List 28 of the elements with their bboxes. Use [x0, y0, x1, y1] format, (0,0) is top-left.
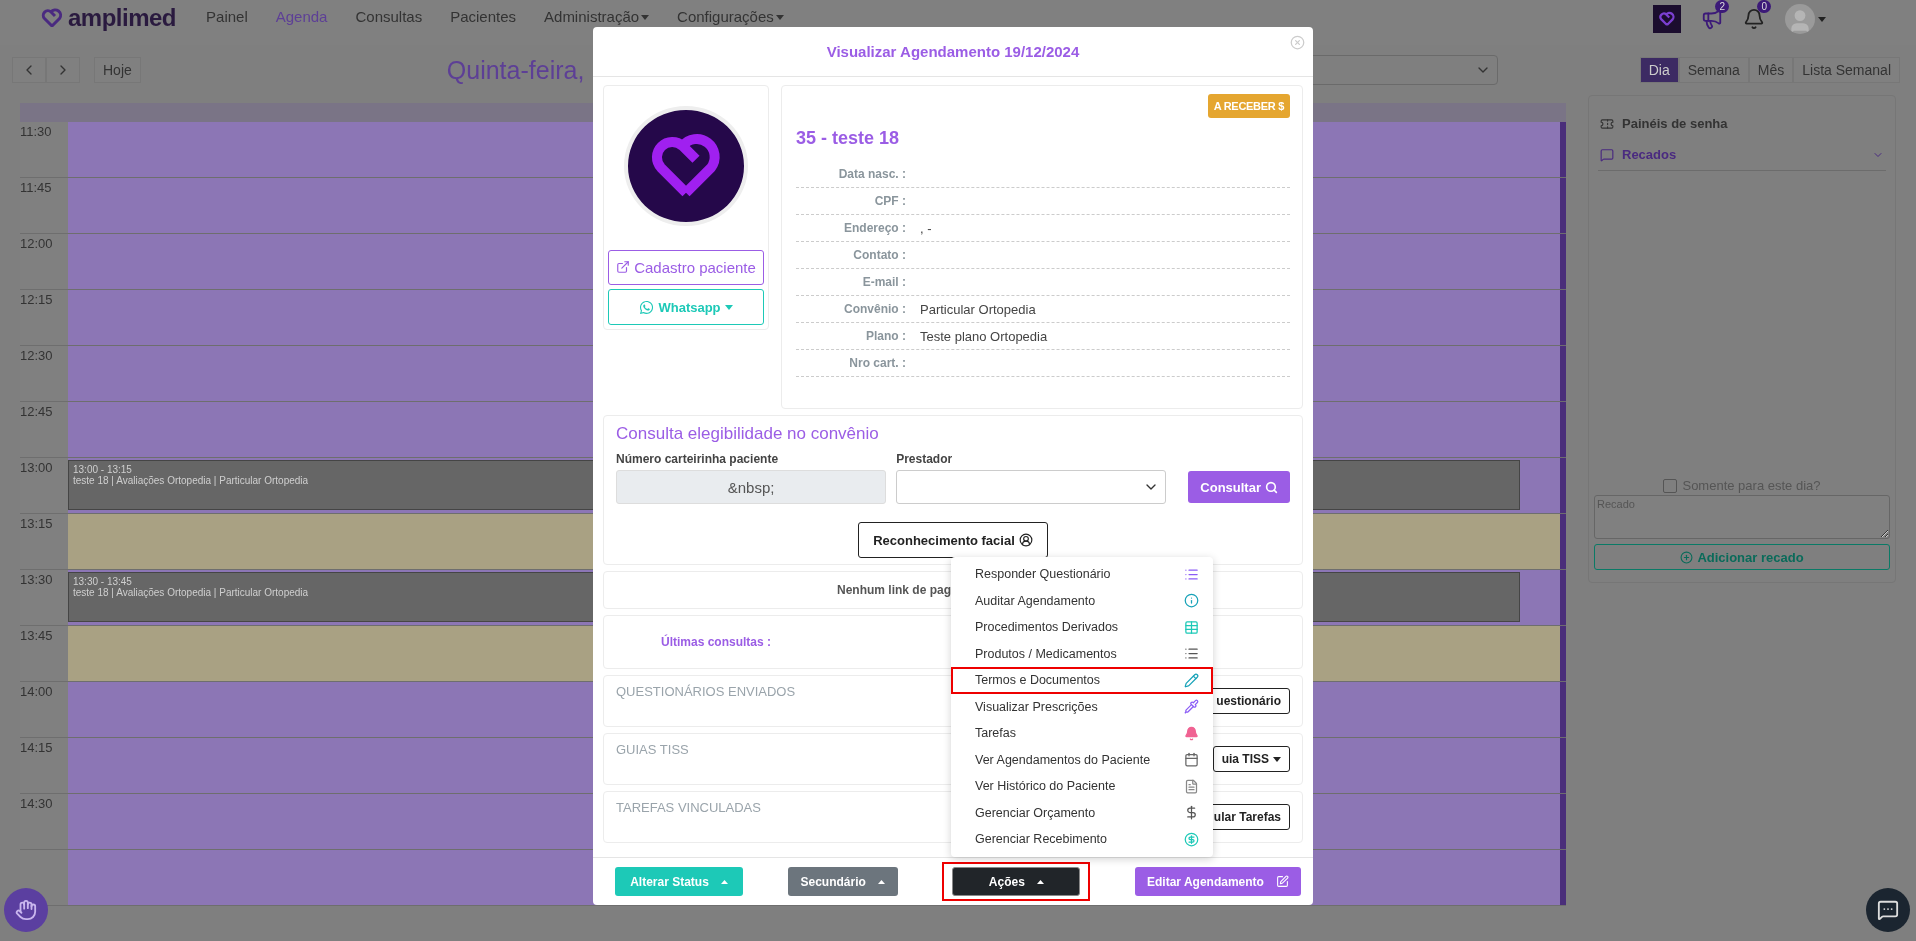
last-visits-label: Últimas consultas :: [661, 635, 772, 649]
field-label: E-mail :: [861, 275, 907, 289]
appointment-time: 13:00 - 13:15: [73, 464, 132, 475]
appointment-text: teste 18 | Avaliações Ortopedia | Particular Ortopedia: [73, 475, 309, 486]
section-title: QUESTIONÁRIOS ENVIADOS: [616, 684, 796, 701]
field-label: Convênio :: [843, 302, 907, 316]
field-label: Nro cart. :: [848, 356, 907, 370]
patient-name: 35 - teste 18: [796, 128, 901, 149]
section-title: TAREFAS VINCULADAS: [616, 800, 761, 817]
field-label: Contato :: [852, 248, 907, 262]
payment-status-badge: A RECEBER $: [1207, 94, 1290, 118]
date-title: Quinta-feira,: [446, 55, 585, 85]
field-value: , -: [920, 220, 932, 236]
payment-link-text: Nenhum link de pag: [837, 583, 951, 597]
dialog-title: Visualizar Agendamento 19/12/2024: [826, 43, 1080, 60]
brand-name: amplimed: [68, 4, 177, 32]
section-title: Consulta elegibilidade no convênio: [616, 424, 880, 444]
field-label: Endereço :: [843, 221, 907, 235]
field-label: Plano :: [865, 329, 907, 343]
field-value: Teste plano Ortopedia: [920, 328, 1048, 344]
count-badge: 2: [1715, 0, 1729, 13]
field-label: CPF :: [873, 194, 907, 208]
appointment-time: 13:30 - 13:45: [73, 576, 132, 587]
section-title: GUIAS TISS: [616, 742, 689, 759]
field-label: Data nasc. :: [837, 167, 907, 181]
appointment-text: teste 18 | Avaliações Ortopedia | Particular Ortopedia: [73, 587, 309, 598]
count-badge: 0: [1757, 0, 1771, 13]
field-value: Particular Ortopedia: [920, 301, 1036, 317]
